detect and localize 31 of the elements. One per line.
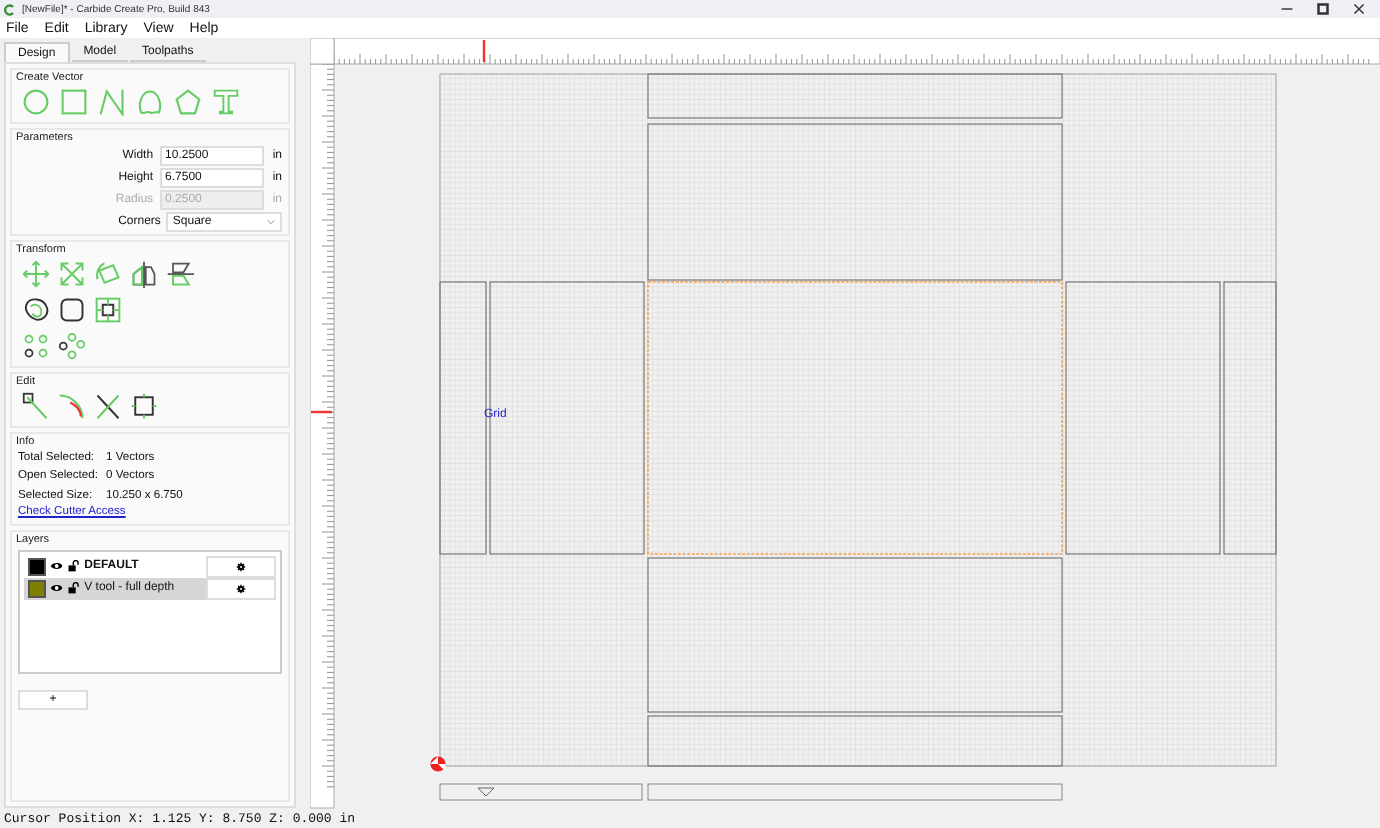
close-icon[interactable] [1350,0,1368,18]
cursor-marker [482,40,486,62]
settings-icon [236,583,247,593]
fillet-icon[interactable] [58,392,86,420]
offset-icon[interactable] [22,296,50,324]
layer-color-swatch[interactable] [28,557,46,575]
layer-color-swatch[interactable] [28,579,46,597]
circular-array-icon[interactable] [58,332,86,360]
eye-icon[interactable] [49,560,63,572]
rectangle-shape[interactable] [647,715,1063,767]
eye-icon[interactable] [49,582,63,594]
flip-icon[interactable] [166,260,194,288]
cursor-marker [311,410,332,414]
bounding-box-icon[interactable] [130,392,158,420]
layer-settings-button[interactable] [206,555,276,577]
restore-icon[interactable] [1314,0,1332,18]
rounded-square-icon[interactable] [58,296,86,324]
rectangle-shape[interactable] [439,281,487,555]
node-edit-icon[interactable] [22,392,50,420]
settings-icon [236,561,247,571]
caret-icon [266,217,276,225]
grid-array-icon[interactable] [22,332,50,360]
mirror-icon[interactable] [130,260,158,288]
align-icon[interactable] [94,296,122,324]
rectangle-shape[interactable] [1223,281,1277,555]
app-logo-icon [4,3,16,15]
tool-marker-icon [477,787,495,797]
origin-icon [430,756,446,772]
rectangle-shape[interactable] [647,73,1063,119]
layer-settings-button[interactable] [206,577,276,599]
trim-icon[interactable] [94,392,122,420]
